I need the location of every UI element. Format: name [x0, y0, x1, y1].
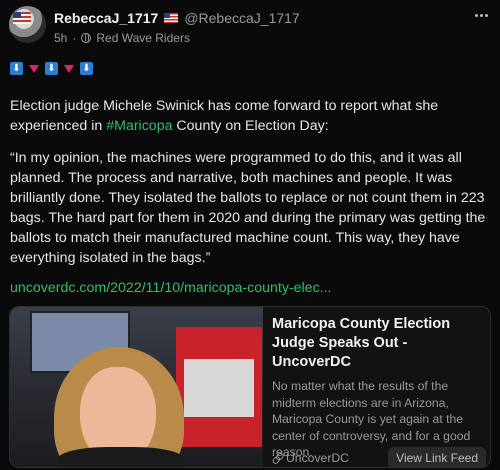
card-source: UncoverDC	[272, 451, 349, 465]
card-source-name: UncoverDC	[286, 451, 349, 465]
card-text: Maricopa County Election Judge Speaks Ou…	[272, 315, 486, 461]
post-meta: 5h · Red Wave Riders	[54, 31, 190, 45]
down-arrow-emoji-icon: ⬇	[10, 62, 23, 75]
globe-icon	[81, 33, 92, 43]
more-dot-icon	[484, 13, 488, 17]
view-link-feed-button[interactable]: View Link Feed	[388, 447, 486, 467]
post: RebeccaJ_1717 @RebeccaJ_1717 5h · Red Wa…	[0, 0, 500, 470]
author-handle[interactable]: @RebeccaJ_1717	[184, 10, 299, 26]
card-footer: UncoverDC View Link Feed	[272, 447, 486, 467]
avatar-flag-graphic	[13, 12, 31, 24]
more-dot-icon	[474, 13, 478, 17]
down-arrow-emoji-icon: ⬇	[80, 62, 93, 75]
card-title: Maricopa County Election Judge Speaks Ou…	[272, 316, 451, 370]
red-triangle-emoji-icon	[29, 64, 39, 73]
community-name[interactable]: Red Wave Riders	[96, 31, 190, 45]
more-options-button[interactable]	[469, 8, 493, 22]
red-triangle-emoji-icon	[64, 64, 74, 73]
more-dot-icon	[479, 13, 483, 17]
post-time: 5h	[54, 31, 68, 45]
paragraph-1-text-end: County on Election Day:	[172, 118, 329, 134]
post-paragraph-2: “In my opinion, the machines were progra…	[10, 150, 486, 266]
meta-separator: ·	[72, 31, 77, 45]
us-flag-icon	[164, 13, 179, 23]
link-icon	[270, 451, 284, 465]
author-row: RebeccaJ_1717 @RebeccaJ_1717	[54, 10, 300, 26]
avatar[interactable]	[9, 6, 46, 43]
author-display-name[interactable]: RebeccaJ_1717	[54, 10, 158, 26]
card-thumbnail	[10, 307, 263, 467]
article-link[interactable]: uncoverdc.com/2022/11/10/maricopa-county…	[10, 280, 332, 296]
link-preview-card[interactable]: Maricopa County Election Judge Speaks Ou…	[9, 306, 491, 468]
post-paragraph-1: Election judge Michele Swinick has come …	[10, 96, 494, 136]
down-arrow-emoji-icon: ⬇	[45, 62, 58, 75]
emoji-row: ⬇ ⬇ ⬇	[10, 62, 93, 75]
hashtag-maricopa[interactable]: #Maricopa	[106, 118, 172, 134]
